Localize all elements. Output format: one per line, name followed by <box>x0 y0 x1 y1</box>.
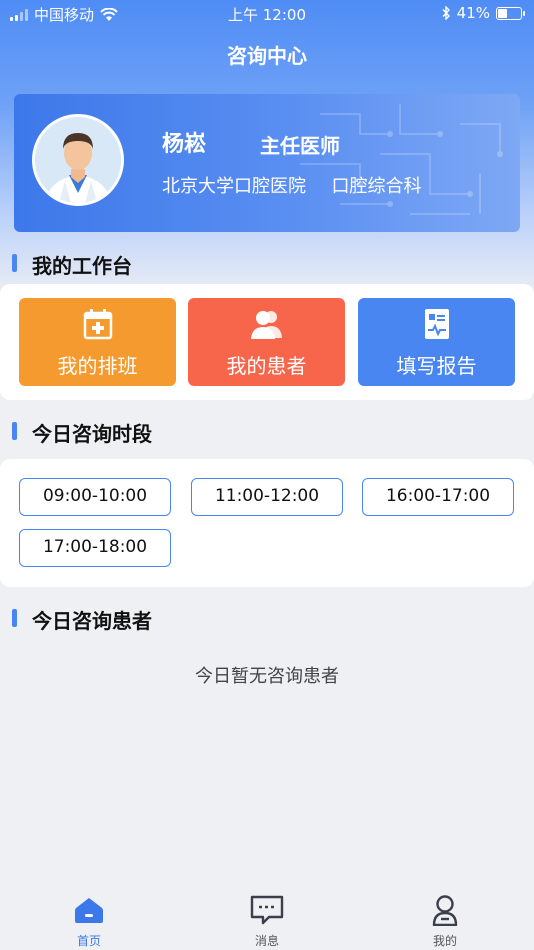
battery-percent: 41% <box>456 4 490 22</box>
schedule-tile[interactable]: 我的排班 <box>19 298 176 386</box>
doctor-name: 杨崧 <box>162 132 207 157</box>
report-icon <box>358 308 515 340</box>
tab-mine[interactable]: 我的 <box>405 894 485 949</box>
patients-tile-label: 我的患者 <box>226 354 307 378</box>
doctor-title: 主任医师 <box>260 134 340 158</box>
workbench-title: 我的工作台 <box>12 250 132 279</box>
doctor-profile-card[interactable]: 杨崧 主任医师 北京大学口腔医院 口腔综合科 <box>14 94 520 232</box>
time-slot[interactable]: 09:00-10:00 <box>19 478 171 516</box>
bluetooth-icon <box>442 6 450 20</box>
slots-panel: 09:00-10:00 11:00-12:00 16:00-17:00 17:0… <box>0 459 534 587</box>
report-tile-label: 填写报告 <box>396 354 477 378</box>
calendar-icon <box>19 308 176 340</box>
doctor-hospital: 北京大学口腔医院 <box>162 176 306 197</box>
tab-mine-label: 我的 <box>432 934 457 948</box>
doctor-avatar <box>32 114 124 206</box>
status-bar: 中国移动 上午 12:00 41% <box>0 0 534 28</box>
time-slot[interactable]: 11:00-12:00 <box>191 478 343 516</box>
slots-title: 今日咨询时段 <box>12 418 152 447</box>
tab-bar: 首页 消息 我的 <box>0 880 534 950</box>
profile-icon <box>405 894 485 926</box>
doctor-affiliation: 北京大学口腔医院 口腔综合科 <box>162 172 421 198</box>
patients-icon <box>188 308 345 340</box>
empty-patients-message: 今日暂无咨询患者 <box>195 666 339 687</box>
tab-messages[interactable]: 消息 <box>227 894 307 949</box>
schedule-tile-label: 我的排班 <box>57 354 138 378</box>
workbench-panel: 我的排班 我的患者 填写报告 <box>0 284 534 400</box>
doctor-department: 口腔综合科 <box>331 176 422 197</box>
tab-home[interactable]: 首页 <box>49 894 129 949</box>
time-slot[interactable]: 16:00-17:00 <box>362 478 514 516</box>
home-icon <box>49 894 129 926</box>
decorative-pattern <box>300 104 503 215</box>
page-title: 咨询中心 <box>227 44 307 68</box>
tab-messages-label: 消息 <box>254 934 279 948</box>
message-icon <box>227 894 307 926</box>
tab-home-label: 首页 <box>76 934 101 948</box>
patients-tile[interactable]: 我的患者 <box>188 298 345 386</box>
patients-title: 今日咨询患者 <box>12 605 152 634</box>
report-tile[interactable]: 填写报告 <box>358 298 515 386</box>
battery-icon <box>496 6 525 20</box>
time-slot[interactable]: 17:00-18:00 <box>19 529 171 567</box>
status-right: 41% <box>441 4 525 22</box>
